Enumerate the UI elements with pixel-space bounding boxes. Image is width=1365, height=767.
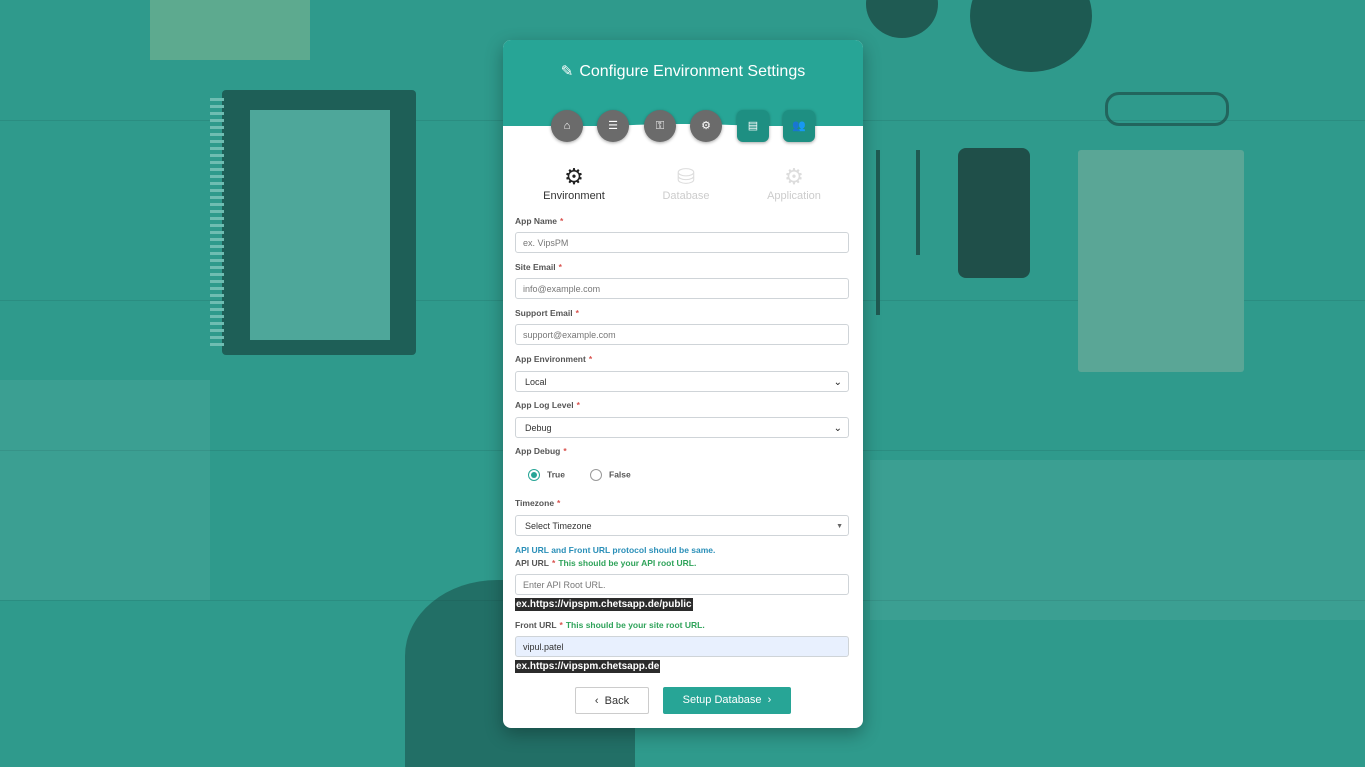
glasses-image	[1105, 92, 1229, 126]
step-settings[interactable]: ⚙	[690, 110, 722, 142]
radio-true[interactable]: True	[528, 469, 565, 483]
wizard-tabs: ⚙ Environment ⛁ Database ⚙ Application	[503, 164, 863, 204]
tab-application[interactable]: ⚙ Application	[734, 164, 854, 202]
step-users[interactable]: 👥	[783, 110, 815, 142]
app-name-input[interactable]: ex. VipsPM	[515, 232, 849, 253]
radio-false[interactable]: False	[590, 469, 631, 483]
radio-button[interactable]	[590, 469, 602, 481]
app-environment-value: Local	[525, 377, 547, 387]
chevron-right-icon: ›	[767, 694, 772, 706]
gear-icon: ⚙	[701, 120, 711, 132]
support-email-label: Support Email *	[515, 308, 579, 318]
back-button-label: Back	[604, 695, 630, 707]
tab-database[interactable]: ⛁ Database	[626, 164, 746, 202]
gears-icon: ⚙	[784, 164, 804, 189]
step-home[interactable]: ⌂	[551, 110, 583, 142]
step-list[interactable]: ☰	[597, 110, 629, 142]
phone-image	[958, 148, 1030, 278]
cup-image	[866, 0, 938, 38]
site-email-input[interactable]: info@example.com	[515, 278, 849, 299]
gear-icon: ⚙	[564, 164, 584, 189]
front-url-label: Front URL * This should be your site root …	[515, 620, 705, 630]
app-name-label: App Name *	[515, 216, 564, 226]
radio-button-checked[interactable]	[528, 469, 540, 481]
back-button[interactable]: ‹ Back	[575, 687, 649, 714]
protocol-note: API URL and Front URL protocol should be…	[515, 545, 716, 555]
app-environment-label: App Environment *	[515, 354, 593, 364]
app-log-level-label: App Log Level *	[515, 400, 580, 410]
page-title: ✎ Configure Environment Settings	[503, 62, 863, 81]
tab-label: Database	[662, 190, 710, 202]
chevron-down-icon: ⌄	[833, 377, 842, 388]
site-email-label: Site Email *	[515, 262, 562, 272]
setup-wizard-card: ✎ Configure Environment Settings ⌂ ☰ ⚿ ⚙ …	[503, 40, 863, 728]
api-url-input[interactable]: Enter API Root URL.	[515, 574, 849, 595]
tab-label: Environment	[543, 190, 605, 202]
app-log-level-value: Debug	[525, 423, 552, 433]
page-title-text: Configure Environment Settings	[579, 63, 806, 80]
notebook-image	[210, 90, 416, 355]
api-url-example: ex.https://vipspm.chetsapp.de/public	[515, 598, 693, 611]
users-icon: 👥	[792, 120, 806, 132]
step-key[interactable]: ⚿	[644, 110, 676, 142]
step-server[interactable]: ▤	[737, 110, 769, 142]
teapot-image	[970, 0, 1092, 72]
app-log-level-select[interactable]: Debug ⌄	[515, 417, 849, 438]
chevron-left-icon: ‹	[594, 695, 599, 707]
timezone-value: Select Timezone	[525, 521, 592, 531]
tab-environment[interactable]: ⚙ Environment	[514, 164, 634, 202]
setup-database-label: Setup Database	[682, 694, 762, 706]
magic-wand-icon: ✎	[560, 63, 574, 80]
caret-down-icon: ▼	[836, 523, 843, 530]
home-icon: ⌂	[563, 120, 571, 132]
app-debug-label: App Debug *	[515, 446, 567, 456]
support-email-input[interactable]: support@example.com	[515, 324, 849, 345]
key-icon: ⚿	[655, 120, 665, 132]
wizard-steps: ⌂ ☰ ⚿ ⚙ ▤ 👥	[503, 110, 863, 142]
tab-label: Application	[767, 190, 821, 202]
setup-database-button[interactable]: Setup Database ›	[663, 687, 791, 714]
server-icon: ▤	[747, 120, 759, 132]
app-environment-select[interactable]: Local ⌄	[515, 371, 849, 392]
api-url-label: API URL * This should be your API root URL…	[515, 558, 697, 568]
book-image	[1078, 150, 1244, 372]
timezone-label: Timezone *	[515, 498, 561, 508]
chevron-down-icon: ⌄	[833, 423, 842, 434]
front-url-input[interactable]: vipul.patel	[515, 636, 849, 657]
timezone-select[interactable]: Select Timezone ▼	[515, 515, 849, 536]
database-icon: ⛁	[676, 164, 696, 189]
list-icon: ☰	[608, 120, 618, 132]
front-url-example: ex.https://vipspm.chetsapp.de	[515, 660, 661, 673]
